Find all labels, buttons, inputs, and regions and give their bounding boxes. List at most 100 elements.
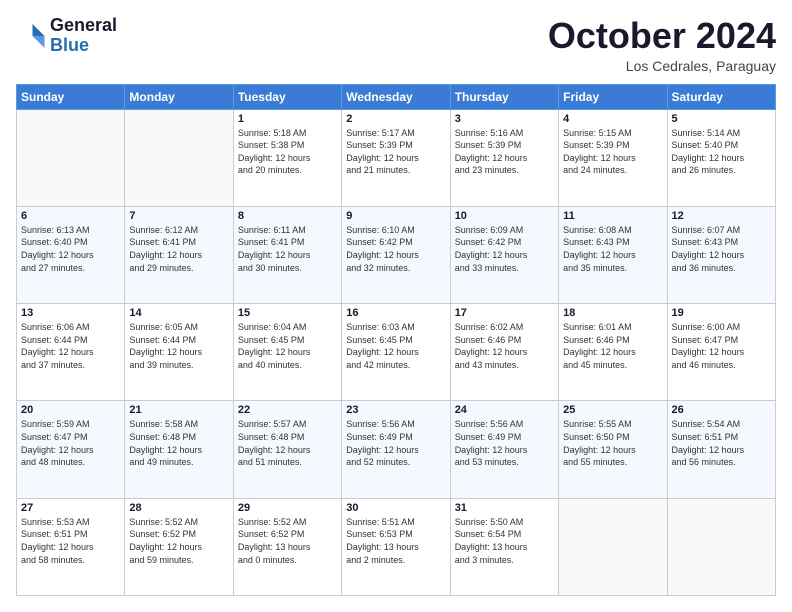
calendar-cell: 29 Sunrise: 5:52 AM Sunset: 6:52 PM Dayli…: [233, 498, 341, 595]
day-number: 3: [455, 113, 554, 125]
day-number: 7: [129, 210, 228, 222]
calendar-cell: 1Sunrise: 5:18 AM Sunset: 5:38 PM Daylig…: [233, 109, 341, 206]
calendar-cell: 7 Sunrise: 6:12 AM Sunset: 6:41 PM Daylig…: [125, 206, 233, 303]
day-number: 9: [346, 210, 445, 222]
calendar-cell: 2Sunrise: 5:17 AM Sunset: 5:39 PM Daylig…: [342, 109, 450, 206]
calendar-cell: 3 Sunrise: 5:16 AM Sunset: 5:39 PM Daylig…: [450, 109, 558, 206]
calendar-cell: 26 Sunrise: 5:54 AM Sunset: 6:51 PM Dayli…: [667, 401, 775, 498]
location: Los Cedrales, Paraguay: [548, 58, 776, 74]
day-info: Sunrise: 6:04 AM Sunset: 6:45 PM Dayligh…: [238, 321, 337, 371]
calendar-cell: [17, 109, 125, 206]
logo-icon: [16, 21, 46, 51]
day-info: Sunrise: 5:51 AM Sunset: 6:53 PM Dayligh…: [346, 516, 445, 566]
day-number: 15: [238, 307, 337, 319]
calendar-cell: 5 Sunrise: 5:14 AM Sunset: 5:40 PM Daylig…: [667, 109, 775, 206]
day-info: Sunrise: 6:00 AM Sunset: 6:47 PM Dayligh…: [672, 321, 771, 371]
day-number: 17: [455, 307, 554, 319]
calendar-week-1: 1Sunrise: 5:18 AM Sunset: 5:38 PM Daylig…: [17, 109, 776, 206]
day-info: Sunrise: 6:10 AM Sunset: 6:42 PM Dayligh…: [346, 224, 445, 274]
calendar-cell: 30Sunrise: 5:51 AM Sunset: 6:53 PM Dayli…: [342, 498, 450, 595]
day-number: 19: [672, 307, 771, 319]
logo-text: General Blue: [50, 16, 117, 56]
calendar-cell: 10Sunrise: 6:09 AM Sunset: 6:42 PM Dayli…: [450, 206, 558, 303]
calendar-cell: 20 Sunrise: 5:59 AM Sunset: 6:47 PM Dayli…: [17, 401, 125, 498]
calendar-cell: 28Sunrise: 5:52 AM Sunset: 6:52 PM Dayli…: [125, 498, 233, 595]
day-info: Sunrise: 5:54 AM Sunset: 6:51 PM Dayligh…: [672, 418, 771, 468]
day-number: 31: [455, 502, 554, 514]
logo: General Blue: [16, 16, 117, 56]
day-number: 11: [563, 210, 662, 222]
day-info: Sunrise: 6:06 AM Sunset: 6:44 PM Dayligh…: [21, 321, 120, 371]
calendar-cell: 22 Sunrise: 5:57 AM Sunset: 6:48 PM Dayli…: [233, 401, 341, 498]
day-info: Sunrise: 5:50 AM Sunset: 6:54 PM Dayligh…: [455, 516, 554, 566]
day-info: Sunrise: 6:13 AM Sunset: 6:40 PM Dayligh…: [21, 224, 120, 274]
day-info: Sunrise: 6:08 AM Sunset: 6:43 PM Dayligh…: [563, 224, 662, 274]
day-info: Sunrise: 5:52 AM Sunset: 6:52 PM Dayligh…: [238, 516, 337, 566]
day-number: 4: [563, 113, 662, 125]
day-number: 25: [563, 404, 662, 416]
calendar-cell: 31 Sunrise: 5:50 AM Sunset: 6:54 PM Dayli…: [450, 498, 558, 595]
day-number: 27: [21, 502, 120, 514]
day-number: 26: [672, 404, 771, 416]
calendar-cell: 24 Sunrise: 5:56 AM Sunset: 6:49 PM Dayli…: [450, 401, 558, 498]
header: General Blue October 2024 Los Cedrales, …: [16, 16, 776, 74]
calendar-cell: 19 Sunrise: 6:00 AM Sunset: 6:47 PM Dayli…: [667, 304, 775, 401]
day-info: Sunrise: 5:16 AM Sunset: 5:39 PM Dayligh…: [455, 127, 554, 177]
col-header-wednesday: Wednesday: [342, 84, 450, 109]
calendar-cell: 17 Sunrise: 6:02 AM Sunset: 6:46 PM Dayli…: [450, 304, 558, 401]
calendar-cell: 9 Sunrise: 6:10 AM Sunset: 6:42 PM Daylig…: [342, 206, 450, 303]
col-header-friday: Friday: [559, 84, 667, 109]
day-number: 13: [21, 307, 120, 319]
day-number: 1: [238, 113, 337, 125]
day-number: 20: [21, 404, 120, 416]
day-number: 18: [563, 307, 662, 319]
col-header-sunday: Sunday: [17, 84, 125, 109]
day-info: Sunrise: 5:55 AM Sunset: 6:50 PM Dayligh…: [563, 418, 662, 468]
day-number: 22: [238, 404, 337, 416]
month-title: October 2024: [548, 16, 776, 56]
col-header-monday: Monday: [125, 84, 233, 109]
col-header-thursday: Thursday: [450, 84, 558, 109]
calendar-cell: [559, 498, 667, 595]
calendar-cell: [667, 498, 775, 595]
page: General Blue October 2024 Los Cedrales, …: [0, 0, 792, 612]
logo-line2: Blue: [50, 36, 117, 56]
day-info: Sunrise: 6:01 AM Sunset: 6:46 PM Dayligh…: [563, 321, 662, 371]
day-info: Sunrise: 6:05 AM Sunset: 6:44 PM Dayligh…: [129, 321, 228, 371]
day-info: Sunrise: 6:09 AM Sunset: 6:42 PM Dayligh…: [455, 224, 554, 274]
logo-line1: General: [50, 16, 117, 36]
calendar-week-4: 20 Sunrise: 5:59 AM Sunset: 6:47 PM Dayli…: [17, 401, 776, 498]
day-info: Sunrise: 6:02 AM Sunset: 6:46 PM Dayligh…: [455, 321, 554, 371]
calendar-cell: 11 Sunrise: 6:08 AM Sunset: 6:43 PM Dayli…: [559, 206, 667, 303]
calendar-week-3: 13 Sunrise: 6:06 AM Sunset: 6:44 PM Dayli…: [17, 304, 776, 401]
col-header-saturday: Saturday: [667, 84, 775, 109]
day-number: 24: [455, 404, 554, 416]
day-info: Sunrise: 6:07 AM Sunset: 6:43 PM Dayligh…: [672, 224, 771, 274]
calendar-cell: 18 Sunrise: 6:01 AM Sunset: 6:46 PM Dayli…: [559, 304, 667, 401]
day-info: Sunrise: 5:56 AM Sunset: 6:49 PM Dayligh…: [455, 418, 554, 468]
calendar-week-2: 6 Sunrise: 6:13 AM Sunset: 6:40 PM Daylig…: [17, 206, 776, 303]
day-info: Sunrise: 6:11 AM Sunset: 6:41 PM Dayligh…: [238, 224, 337, 274]
calendar-cell: 12 Sunrise: 6:07 AM Sunset: 6:43 PM Dayli…: [667, 206, 775, 303]
day-info: Sunrise: 5:57 AM Sunset: 6:48 PM Dayligh…: [238, 418, 337, 468]
calendar-cell: 15 Sunrise: 6:04 AM Sunset: 6:45 PM Dayli…: [233, 304, 341, 401]
day-number: 14: [129, 307, 228, 319]
calendar-header-row: SundayMondayTuesdayWednesdayThursdayFrid…: [17, 84, 776, 109]
calendar-cell: 14 Sunrise: 6:05 AM Sunset: 6:44 PM Dayli…: [125, 304, 233, 401]
calendar-week-5: 27 Sunrise: 5:53 AM Sunset: 6:51 PM Dayli…: [17, 498, 776, 595]
calendar-cell: 4Sunrise: 5:15 AM Sunset: 5:39 PM Daylig…: [559, 109, 667, 206]
day-number: 28: [129, 502, 228, 514]
day-number: 12: [672, 210, 771, 222]
calendar-cell: 6 Sunrise: 6:13 AM Sunset: 6:40 PM Daylig…: [17, 206, 125, 303]
title-block: October 2024 Los Cedrales, Paraguay: [548, 16, 776, 74]
day-number: 5: [672, 113, 771, 125]
day-info: Sunrise: 5:14 AM Sunset: 5:40 PM Dayligh…: [672, 127, 771, 177]
calendar-cell: 23Sunrise: 5:56 AM Sunset: 6:49 PM Dayli…: [342, 401, 450, 498]
day-number: 6: [21, 210, 120, 222]
day-info: Sunrise: 5:59 AM Sunset: 6:47 PM Dayligh…: [21, 418, 120, 468]
day-info: Sunrise: 6:12 AM Sunset: 6:41 PM Dayligh…: [129, 224, 228, 274]
day-info: Sunrise: 6:03 AM Sunset: 6:45 PM Dayligh…: [346, 321, 445, 371]
day-number: 29: [238, 502, 337, 514]
day-info: Sunrise: 5:53 AM Sunset: 6:51 PM Dayligh…: [21, 516, 120, 566]
day-number: 23: [346, 404, 445, 416]
